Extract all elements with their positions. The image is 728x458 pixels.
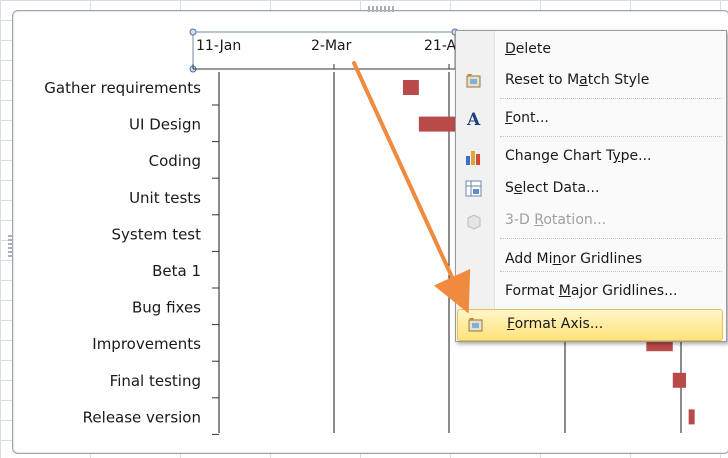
task-bar xyxy=(672,372,687,388)
axis-tick-label: 11-Jan xyxy=(196,38,241,54)
menu-item-label: Change Chart Type... xyxy=(505,148,652,164)
menu-item-delete[interactable]: Delete xyxy=(456,35,724,65)
axis-tick-label: 21-A xyxy=(424,38,457,54)
menu-item-label: Font... xyxy=(505,110,549,126)
menu-item-add-minor-gridlines[interactable]: Add Minor Gridlines xyxy=(456,245,724,275)
menu-item-format-axis[interactable]: Format Axis... xyxy=(457,309,723,341)
reset-style-icon xyxy=(464,71,484,91)
access-key: R xyxy=(534,212,544,228)
menu-item-label: Format Major Gridlines... xyxy=(505,283,678,299)
rotation-icon xyxy=(464,211,484,231)
select-data-icon xyxy=(464,179,484,199)
task-label: System test xyxy=(111,225,201,243)
menu-separator xyxy=(500,136,722,137)
axis-tick-label: 2-Mar xyxy=(311,38,352,54)
task-label: Coding xyxy=(149,152,201,170)
menu-separator xyxy=(500,98,722,99)
menu-item-select-data[interactable]: Select Data... xyxy=(456,174,724,204)
task-label: Bug fixes xyxy=(132,299,201,317)
task-bar xyxy=(688,409,695,425)
format-axis-icon xyxy=(466,315,486,335)
font-icon: A xyxy=(464,109,484,130)
menu-separator xyxy=(500,238,722,239)
task-label: Release version xyxy=(83,408,201,426)
access-key: e xyxy=(513,180,523,196)
menu-item-label: Add Minor Gridlines xyxy=(505,251,643,267)
menu-item-reset-to-match-style[interactable]: Reset to Match Style xyxy=(456,66,724,96)
access-key: M xyxy=(558,283,571,299)
menu-item-format-major-gridlines[interactable]: Format Major Gridlines... xyxy=(456,277,724,307)
context-menu: Delete Reset to Match Style A Font... Change… xyxy=(455,30,727,342)
task-label: Final testing xyxy=(110,372,201,390)
menu-item-label: Select Data... xyxy=(505,180,600,196)
access-key: F xyxy=(507,316,515,332)
task-label: Improvements xyxy=(92,335,201,353)
selection-handle[interactable] xyxy=(189,28,197,36)
svg-text:A: A xyxy=(466,110,481,129)
task-label: Gather requirements xyxy=(44,79,201,97)
horizontal-axis[interactable]: 11-Jan 2-Mar 21-A xyxy=(189,28,459,73)
task-bar xyxy=(418,116,456,132)
access-key: y xyxy=(612,148,621,164)
access-key: a xyxy=(579,72,588,88)
task-label: UI Design xyxy=(129,116,201,134)
task-bar xyxy=(403,80,419,95)
menu-item-label: 3-D Rotation... xyxy=(505,212,607,228)
access-key: F xyxy=(505,110,513,126)
menu-item-label: Delete xyxy=(505,41,551,57)
menu-item-label: Reset to Match Style xyxy=(505,72,650,88)
menu-item-font[interactable]: A Font... xyxy=(456,104,724,134)
menu-item-3-d-rotation: 3-D Rotation... xyxy=(456,206,724,236)
task-label: Beta 1 xyxy=(152,262,201,280)
chart-type-icon xyxy=(464,147,484,167)
menu-item-label: Format Axis... xyxy=(507,316,604,332)
task-label: Unit tests xyxy=(129,189,201,207)
task-labels: Gather requirements UI Design Coding Unit t… xyxy=(44,79,201,426)
menu-item-change-chart-type[interactable]: Change Chart Type... xyxy=(456,142,724,172)
access-key: D xyxy=(505,41,516,57)
